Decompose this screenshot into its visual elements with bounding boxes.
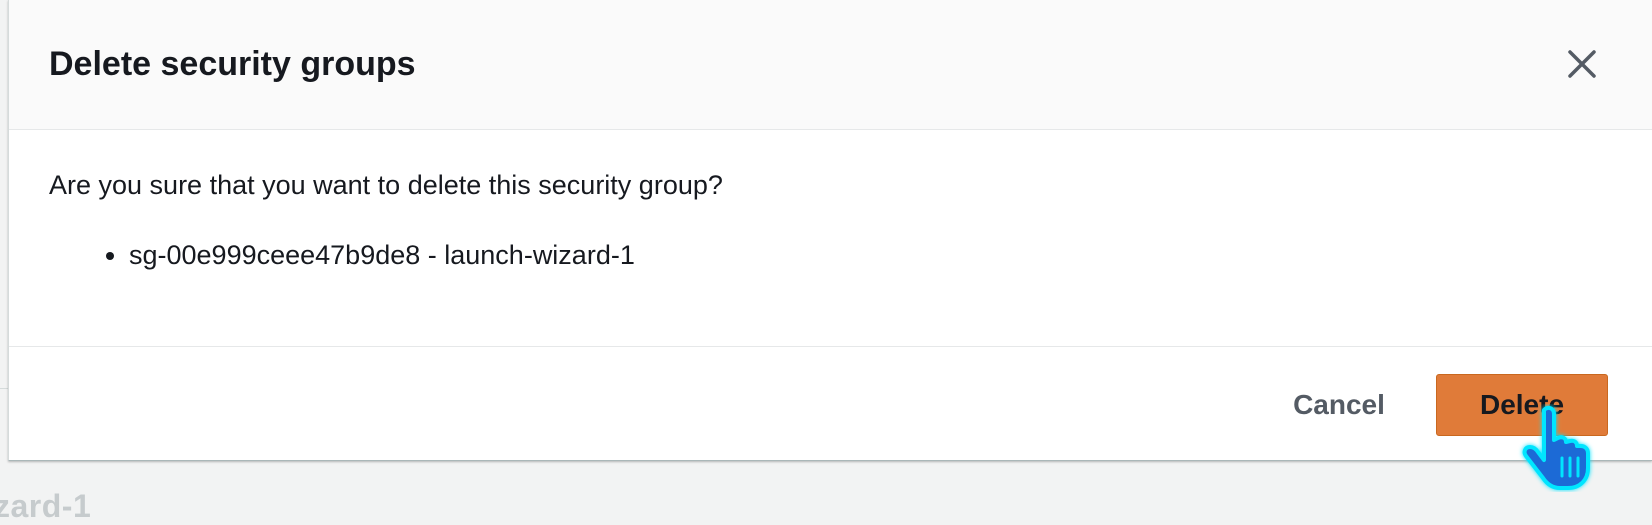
delete-security-groups-dialog: Delete security groups Are you sure that…: [8, 0, 1652, 461]
cancel-button[interactable]: Cancel: [1273, 374, 1405, 436]
dialog-header: Delete security groups: [9, 0, 1652, 130]
bullet-icon: [106, 252, 114, 260]
security-group-list: sg-00e999ceee47b9de8 - launch-wizard-1: [49, 236, 635, 274]
backdrop-group-name: zard-1: [0, 488, 92, 524]
close-icon: [1568, 50, 1596, 78]
list-item: sg-00e999ceee47b9de8 - launch-wizard-1: [49, 236, 635, 274]
dialog-title: Delete security groups: [49, 45, 416, 83]
security-group-label: sg-00e999ceee47b9de8 - launch-wizard-1: [129, 240, 635, 270]
close-button[interactable]: [1562, 44, 1602, 84]
dialog-footer: Cancel Delete: [9, 347, 1652, 461]
confirmation-question: Are you sure that you want to delete thi…: [49, 170, 723, 200]
delete-button[interactable]: Delete: [1436, 374, 1608, 436]
dialog-body: Are you sure that you want to delete thi…: [9, 130, 1652, 347]
